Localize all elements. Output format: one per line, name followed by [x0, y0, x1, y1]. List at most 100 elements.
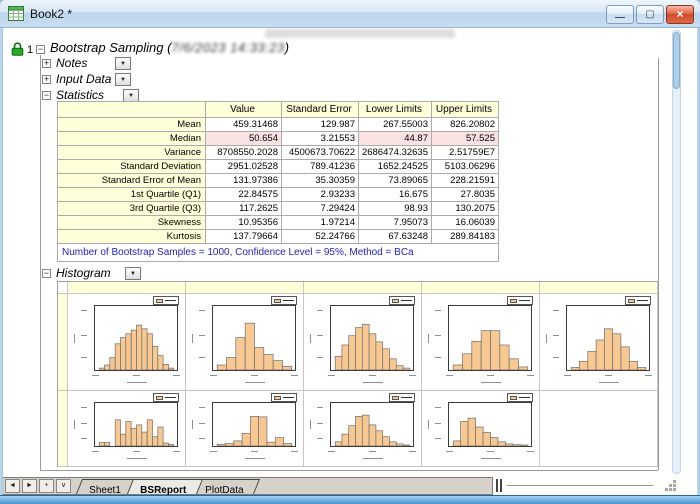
histogram-thumbnail-3[interactable]	[304, 294, 422, 391]
plot-bars	[213, 305, 296, 370]
plot-frame	[330, 402, 414, 447]
stat-value: 35.30359	[282, 174, 359, 188]
title-bar[interactable]: Book2 * — ▢ ×	[0, 0, 700, 28]
stat-value: 137.79664	[206, 230, 282, 244]
grid-column-header	[186, 282, 304, 294]
tab-nav-scroll-left-button[interactable]: ◄	[5, 479, 20, 493]
report-timestamp: 7/6/2023 14:33:23	[171, 40, 284, 55]
stat-value: 57.525	[432, 132, 499, 146]
legend-swatch-icon	[510, 299, 517, 303]
plot-bars	[95, 305, 178, 370]
column-header: Value	[206, 102, 282, 118]
stat-label: Variance	[58, 146, 206, 160]
input-data-collapse-box[interactable]: +	[42, 75, 51, 84]
maximize-button[interactable]: ▢	[636, 5, 664, 24]
grid-row-label	[58, 391, 68, 467]
histogram-thumbnail-1[interactable]	[68, 294, 186, 391]
plot-frame	[566, 305, 650, 371]
horizontal-scrollbar[interactable]	[507, 485, 653, 488]
stat-value: 1652.24525	[359, 160, 432, 174]
plot-legend	[389, 296, 415, 305]
plot-frame	[94, 402, 178, 447]
root-collapse-box[interactable]: −	[36, 45, 45, 54]
vertical-scrollbar-thumb[interactable]	[673, 32, 680, 89]
plot-frame	[448, 305, 532, 371]
tab-nav-sheet-list-button[interactable]: ∨	[56, 479, 71, 493]
statistics-table: ValueStandard ErrorLower LimitsUpper Lim…	[57, 101, 499, 262]
stat-value: 459.31468	[206, 118, 282, 132]
histogram-thumbnail-4[interactable]	[422, 294, 540, 391]
stat-label: Kurtosis	[58, 230, 206, 244]
histogram-thumbnail-2[interactable]	[186, 294, 304, 391]
plot-bars	[331, 402, 414, 446]
tree-spine-line	[40, 55, 41, 470]
minimize-button[interactable]: —	[606, 5, 634, 24]
lock-icon	[11, 42, 24, 61]
grid-column-header	[68, 282, 186, 294]
stat-value: 1.97214	[282, 216, 359, 230]
stat-value: 7.95073	[359, 216, 432, 230]
stat-value: 44.87	[359, 132, 432, 146]
stat-value: 10.95356	[206, 216, 282, 230]
table-row: Variance8708550.20284500673.706222686474…	[58, 146, 499, 160]
stat-value: 2.51759E7	[432, 146, 499, 160]
plot-legend	[625, 296, 651, 305]
plot-legend	[507, 393, 533, 402]
stat-value: 4500673.70622	[282, 146, 359, 160]
histogram-thumbnail-9[interactable]	[422, 391, 540, 467]
stat-label: Skewness	[58, 216, 206, 230]
stat-value: 22.84575	[206, 188, 282, 202]
close-button[interactable]: ×	[666, 5, 694, 24]
vertical-scrollbar[interactable]	[672, 30, 681, 474]
pane-splitter[interactable]	[496, 479, 502, 492]
empty-grid-cell	[540, 391, 658, 467]
stat-label: Standard Error of Mean	[58, 174, 206, 188]
notes-collapse-box[interactable]: +	[42, 59, 51, 68]
column-header: Standard Error	[282, 102, 359, 118]
panel-bottom-border	[40, 470, 658, 471]
stat-value: 50.654	[206, 132, 282, 146]
stat-label: 3rd Quartile (Q3)	[58, 202, 206, 216]
plot-legend	[153, 296, 179, 305]
column-header: Upper Limits	[432, 102, 499, 118]
input-data-dropdown-button[interactable]: ▼	[115, 73, 131, 86]
stat-value: 289.84183	[432, 230, 499, 244]
stat-label: 1st Quartile (Q1)	[58, 188, 206, 202]
statistics-collapse-box[interactable]: −	[42, 91, 51, 100]
histogram-thumbnail-5[interactable]	[540, 294, 658, 391]
stat-value: 129.987	[282, 118, 359, 132]
histogram-thumbnail-7[interactable]	[186, 391, 304, 467]
plot-frame	[330, 305, 414, 371]
histogram-dropdown-button[interactable]: ▼	[125, 267, 141, 280]
panel-right-border	[658, 58, 659, 470]
tab-nav-scroll-right-button[interactable]: ►	[22, 479, 37, 493]
plot-frame	[212, 305, 296, 371]
corner-cell	[58, 102, 206, 118]
stat-value: 16.06039	[432, 216, 499, 230]
histogram-thumbnail-8[interactable]	[304, 391, 422, 467]
grid-row-label	[58, 294, 68, 391]
stat-value: 2686474.32635	[359, 146, 432, 160]
section-label-input-data: Input Data	[56, 72, 111, 86]
window-title: Book2 *	[30, 7, 72, 21]
stat-value: 826.20802	[432, 118, 499, 132]
legend-swatch-icon	[628, 299, 635, 303]
plot-bars	[449, 305, 532, 370]
stat-value: 52.24766	[282, 230, 359, 244]
stat-value: 7.29424	[282, 202, 359, 216]
notes-dropdown-button[interactable]: ▼	[115, 57, 131, 70]
table-row: Skewness10.953561.972147.9507316.06039	[58, 216, 499, 230]
stat-value: 2951.02528	[206, 160, 282, 174]
plot-legend	[389, 393, 415, 402]
grid-column-header	[422, 282, 540, 294]
histogram-thumbnail-6[interactable]	[68, 391, 186, 467]
workbook-window: Book2 * — ▢ × 1 − Bootstrap Sampling (7/…	[0, 0, 700, 504]
histogram-collapse-box[interactable]: −	[42, 269, 51, 278]
tab-bsreport[interactable]: BSReport	[127, 479, 203, 494]
resize-grip[interactable]	[663, 480, 679, 493]
tab-nav-add-sheet-button[interactable]: +	[39, 479, 54, 493]
plot-legend	[271, 296, 297, 305]
plot-legend	[271, 393, 297, 402]
plot-bars	[95, 402, 178, 446]
stat-value: 27.8035	[432, 188, 499, 202]
